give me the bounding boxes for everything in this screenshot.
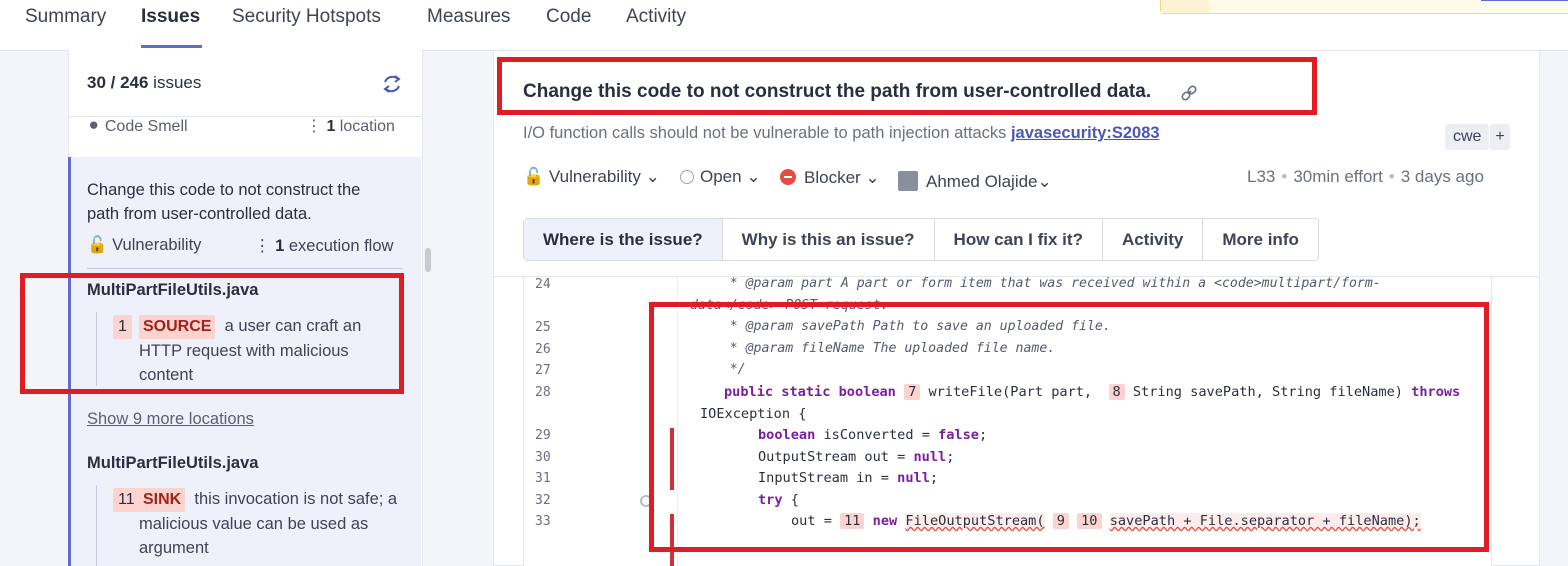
status-dropdown[interactable]: Open ⌄ (680, 167, 761, 187)
location-count[interactable]: ⋮ 1 location (306, 116, 395, 136)
avatar (898, 171, 918, 191)
flow-location-sink[interactable]: 11 SINK this invocation is not safe; a m… (113, 487, 403, 557)
issue-meta: L33 • 30min effort • 3 days ago (1247, 167, 1484, 186)
annotation-box-code (649, 302, 1489, 552)
tab-summary[interactable]: Summary (25, 6, 106, 28)
chevron-down-icon: ⌄ (865, 168, 880, 187)
tab-more-info[interactable]: More info (1203, 219, 1318, 260)
location-number: 11 (113, 488, 140, 512)
line-number: 30 (535, 450, 551, 465)
refresh-icon[interactable] (381, 73, 403, 95)
tab-why-is-this-an-issue[interactable]: Why is this an issue? (723, 219, 935, 260)
line-number: 33 (535, 514, 551, 529)
code-line-24: * @param part A part or form item that w… (690, 276, 1381, 291)
tab-how-can-i-fix-it[interactable]: How can I fix it? (935, 219, 1103, 260)
line-number: 24 (535, 277, 551, 292)
add-tag-button[interactable]: + (1490, 124, 1510, 150)
execution-flow-count[interactable]: ⋮ 1 execution flow (254, 236, 393, 256)
blocker-icon (780, 169, 796, 185)
tab-issues[interactable]: Issues (141, 6, 200, 28)
tab-activity[interactable]: Activity (1103, 219, 1204, 260)
selected-issue-title[interactable]: Change this code to not construct the pa… (87, 178, 397, 226)
lock-open-icon: 🔓 (87, 236, 108, 254)
chevron-down-icon: ⌄ (645, 167, 660, 186)
top-nav: Summary Issues Security Hotspots Measure… (0, 0, 1568, 51)
rule-description: I/O function calls should not be vulnera… (523, 124, 1160, 142)
scrollbar-thumb[interactable] (425, 248, 431, 272)
assignee-dropdown[interactable]: Ahmed Olajide⌄ (898, 167, 1052, 192)
annotation-box-title (497, 57, 1317, 115)
line-number: 27 (535, 363, 551, 378)
tab-security-hotspots[interactable]: Security Hotspots (232, 6, 381, 28)
notification-banner (1160, 0, 1568, 14)
location-connector (96, 485, 97, 566)
active-tab-indicator (141, 45, 202, 48)
line-number: 26 (535, 342, 551, 357)
tab-code[interactable]: Code (546, 6, 591, 28)
issue-count: 30 / 246 issues (87, 73, 202, 92)
tab-where-is-the-issue[interactable]: Where is the issue? (524, 219, 723, 260)
chevron-down-icon: ⌄ (746, 167, 761, 186)
line-number: 31 (535, 471, 551, 486)
divider (87, 268, 403, 269)
chevron-down-icon: ⌄ (1037, 172, 1052, 191)
tab-activity[interactable]: Activity (626, 6, 686, 28)
line-number: 25 (535, 320, 551, 335)
file-name: MultiPartFileUtils.java (87, 454, 259, 472)
tab-measures[interactable]: Measures (427, 6, 510, 28)
line-number: 32 (535, 493, 551, 508)
line-number: 29 (535, 428, 551, 443)
rule-key-link[interactable]: javasecurity:S2083 (1011, 124, 1160, 142)
issue-type: 🔓 Vulnerability (87, 236, 202, 254)
code-smell-type: ⚫ Code Smell (87, 118, 188, 135)
type-dropdown[interactable]: 🔓 Vulnerability ⌄ (523, 167, 660, 187)
annotation-box-source (20, 273, 404, 394)
line-number: 28 (535, 385, 551, 400)
issue-tabs: Where is the issue? Why is this an issue… (523, 218, 1319, 261)
lock-open-icon: 🔓 (523, 167, 545, 186)
tag-cwe[interactable]: cwe (1445, 124, 1490, 150)
open-status-icon (680, 170, 694, 184)
severity-dropdown[interactable]: Blocker ⌄ (780, 167, 880, 188)
code-smell-icon: ⚫ (87, 118, 101, 135)
show-more-locations-link[interactable]: Show 9 more locations (87, 410, 254, 429)
sink-badge: SINK (139, 488, 186, 512)
